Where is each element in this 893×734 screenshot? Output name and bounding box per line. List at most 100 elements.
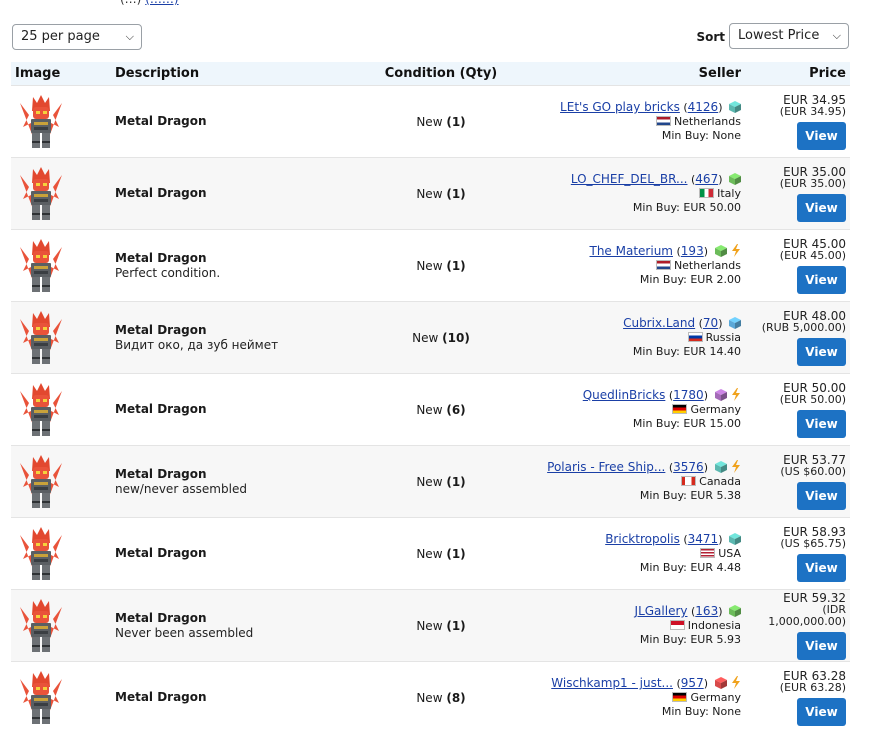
- sort-select[interactable]: Lowest Price ⌵: [729, 23, 849, 49]
- min-buy: Min Buy: EUR 4.48: [639, 561, 741, 574]
- view-button[interactable]: View: [797, 265, 846, 294]
- table-row: Metal Dragon New (6) QuedlinBricks (1780…: [11, 373, 850, 446]
- min-buy: Min Buy: EUR 5.38: [639, 489, 741, 502]
- feedback-count-link[interactable]: 70: [703, 316, 718, 330]
- minifigure-image[interactable]: [17, 597, 65, 655]
- description-cell: Metal Dragon: [111, 661, 341, 734]
- price-original: (US $60.00): [780, 464, 846, 478]
- price-eur: EUR 58.93: [783, 524, 846, 539]
- minifigure-image[interactable]: [17, 381, 65, 439]
- description-cell: Metal Dragon: [111, 85, 341, 158]
- country-name: Germany: [690, 403, 741, 416]
- seller-link[interactable]: JLGallery: [635, 604, 688, 618]
- feedback-count-link[interactable]: 3471: [688, 532, 719, 546]
- condition-text: New: [416, 618, 443, 633]
- condition-text: New: [416, 258, 443, 273]
- image-cell: [11, 661, 111, 734]
- minifigure-image[interactable]: [17, 237, 65, 295]
- image-cell: [11, 157, 111, 230]
- quantity-text: (8): [446, 690, 466, 705]
- description-cell: Metal Dragon Видит око, да зуб неймет: [111, 301, 341, 374]
- minifigure-image[interactable]: [17, 525, 65, 583]
- table-row: Metal Dragon Never been assembled New (1…: [11, 589, 850, 662]
- item-title[interactable]: Metal Dragon: [115, 546, 337, 560]
- view-button[interactable]: View: [797, 553, 846, 582]
- view-button[interactable]: View: [797, 481, 846, 510]
- min-buy: Min Buy: None: [661, 705, 741, 719]
- price-cell: EUR 48.00 (RUB 5,000.00) View: [745, 301, 850, 374]
- store-box-icon: [714, 677, 727, 690]
- item-title[interactable]: Metal Dragon: [115, 186, 337, 200]
- quantity-text: (1): [446, 546, 466, 561]
- minifigure-image[interactable]: [17, 93, 65, 151]
- condition-cell: New (8): [341, 661, 541, 734]
- minifigure-image[interactable]: [17, 453, 65, 511]
- seller-link[interactable]: LO_CHEF_DEL_BR...: [571, 172, 688, 186]
- view-button[interactable]: View: [797, 337, 846, 366]
- seller-link[interactable]: The Materium: [590, 244, 674, 258]
- price-eur: EUR 53.77: [783, 452, 846, 467]
- image-cell: [11, 445, 111, 518]
- min-buy: Min Buy: None: [661, 129, 741, 142]
- listing-controls: 25 per page ⌵ Sort Lowest Price ⌵: [12, 23, 849, 51]
- lightning-bolt-icon: [732, 244, 740, 257]
- condition-text: New: [416, 690, 443, 705]
- min-buy: Min Buy: EUR 15.00: [632, 417, 741, 430]
- view-button[interactable]: View: [797, 409, 846, 438]
- view-button[interactable]: View: [797, 121, 846, 150]
- price-cell: EUR 45.00 (EUR 45.00) View: [745, 229, 850, 302]
- summary-link[interactable]: (……): [145, 0, 178, 6]
- column-header-description: Description: [111, 62, 341, 86]
- item-title[interactable]: Metal Dragon: [115, 323, 337, 337]
- price-original: (EUR 63.28): [779, 680, 846, 694]
- minifigure-image[interactable]: [17, 165, 65, 223]
- feedback-count-link[interactable]: 193: [681, 244, 704, 258]
- store-box-icon: [714, 461, 727, 473]
- condition-text: New: [416, 474, 443, 489]
- description-cell: Metal Dragon: [111, 373, 341, 446]
- country-flag-icon: [669, 620, 685, 630]
- seller-link[interactable]: Polaris - Free Ship...: [547, 460, 665, 474]
- feedback-count-link[interactable]: 3576: [673, 460, 704, 474]
- condition-text: New: [416, 114, 443, 129]
- seller-link[interactable]: Wischkamp1 - just...: [551, 676, 673, 690]
- seller-link[interactable]: Bricktropolis: [605, 532, 680, 546]
- view-button[interactable]: View: [797, 697, 846, 726]
- item-title[interactable]: Metal Dragon: [115, 402, 337, 416]
- store-box-icon: [714, 389, 727, 401]
- feedback-count-link[interactable]: 467: [695, 172, 718, 186]
- feedback-count-link[interactable]: 4126: [688, 100, 719, 114]
- image-cell: [11, 589, 111, 662]
- country-flag-icon: [672, 692, 688, 703]
- price-eur: EUR 34.95: [783, 92, 846, 107]
- item-title[interactable]: Metal Dragon: [115, 467, 337, 481]
- per-page-select[interactable]: 25 per page ⌵: [12, 24, 142, 50]
- price-original: (EUR 50.00): [779, 392, 846, 406]
- table-header: Image Description Condition (Qty) Seller…: [11, 62, 850, 86]
- item-title[interactable]: Metal Dragon: [115, 251, 337, 265]
- seller-link[interactable]: LEt's GO play bricks: [560, 100, 680, 114]
- feedback-count-link[interactable]: 163: [695, 604, 718, 618]
- chevron-down-icon: ⌵: [832, 29, 841, 42]
- item-title[interactable]: Metal Dragon: [115, 114, 337, 128]
- minifigure-image[interactable]: [17, 309, 65, 367]
- feedback-count-link[interactable]: 957: [681, 676, 704, 690]
- min-buy: Min Buy: EUR 50.00: [632, 201, 741, 214]
- condition-text: New: [416, 546, 443, 561]
- image-cell: [11, 373, 111, 446]
- table-row: Metal Dragon New (8) Wischkamp1 - just..…: [11, 661, 850, 734]
- minifigure-image[interactable]: [17, 669, 65, 727]
- feedback-count-link[interactable]: 1780: [673, 388, 704, 402]
- view-button[interactable]: View: [797, 193, 846, 222]
- seller-link[interactable]: Cubrix.Land: [623, 316, 695, 330]
- store-box-icon: [714, 245, 727, 257]
- item-title[interactable]: Metal Dragon: [115, 690, 337, 704]
- store-box-icon: [729, 605, 741, 617]
- column-header-image: Image: [11, 62, 111, 86]
- condition-cell: New (1): [341, 589, 541, 662]
- quantity-text: (1): [446, 114, 466, 129]
- price-eur: EUR 50.00: [783, 380, 846, 395]
- view-button[interactable]: View: [797, 631, 846, 660]
- item-title[interactable]: Metal Dragon: [115, 611, 337, 625]
- seller-link[interactable]: QuedlinBricks: [583, 388, 666, 402]
